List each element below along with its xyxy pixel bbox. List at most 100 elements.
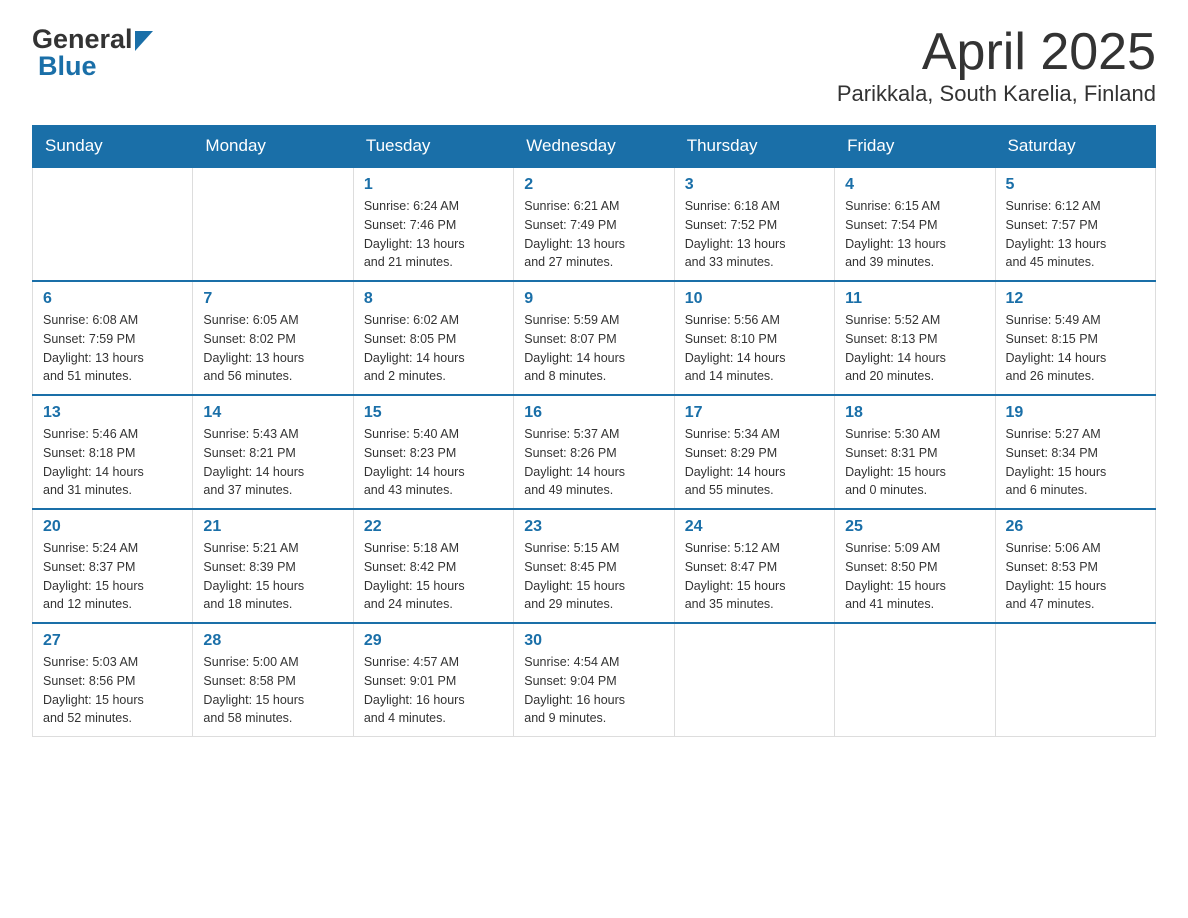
calendar-cell: 16 Sunrise: 5:37 AMSunset: 8:26 PMDayligh…	[514, 395, 674, 509]
day-info: Sunrise: 6:12 AMSunset: 7:57 PMDaylight:…	[1006, 197, 1145, 272]
calendar-cell: 30Sunrise: 4:54 AMSunset: 9:04 PMDayligh…	[514, 623, 674, 737]
day-number: 28	[203, 632, 342, 650]
day-number: 18	[845, 404, 984, 422]
day-info: Sunrise: 5:21 AMSunset: 8:39 PMDaylight:…	[203, 539, 342, 614]
calendar-cell	[835, 623, 995, 737]
calendar-cell: 23 Sunrise: 5:15 AMSunset: 8:45 PMDayligh…	[514, 509, 674, 623]
day-info: Sunrise: 5:46 AMSunset: 8:18 PMDaylight:…	[43, 425, 182, 500]
day-number: 25	[845, 518, 984, 536]
day-info: Sunrise: 5:49 AMSunset: 8:15 PMDaylight:…	[1006, 311, 1145, 386]
month-title: April 2025	[837, 24, 1156, 81]
calendar-cell: 12 Sunrise: 5:49 AMSunset: 8:15 PMDayligh…	[995, 281, 1155, 395]
day-info: Sunrise: 5:00 AMSunset: 8:58 PMDaylight:…	[203, 653, 342, 728]
day-number: 14	[203, 404, 342, 422]
day-number: 13	[43, 404, 182, 422]
day-info: Sunrise: 5:27 AMSunset: 8:34 PMDaylight:…	[1006, 425, 1145, 500]
day-number: 20	[43, 518, 182, 536]
calendar-cell: 9 Sunrise: 5:59 AMSunset: 8:07 PMDaylight…	[514, 281, 674, 395]
day-number: 16	[524, 404, 663, 422]
calendar-cell	[33, 167, 193, 281]
weekday-header-sunday: Sunday	[33, 126, 193, 168]
day-number: 26	[1006, 518, 1145, 536]
calendar-cell: 14Sunrise: 5:43 AMSunset: 8:21 PMDayligh…	[193, 395, 353, 509]
calendar-cell: 11 Sunrise: 5:52 AMSunset: 8:13 PMDayligh…	[835, 281, 995, 395]
logo-arrow-icon	[135, 31, 153, 51]
location-title: Parikkala, South Karelia, Finland	[837, 81, 1156, 107]
calendar-cell: 22 Sunrise: 5:18 AMSunset: 8:42 PMDayligh…	[353, 509, 513, 623]
day-info: Sunrise: 4:54 AMSunset: 9:04 PMDaylight:…	[524, 653, 663, 728]
calendar-cell: 3Sunrise: 6:18 AMSunset: 7:52 PMDaylight…	[674, 167, 834, 281]
day-info: Sunrise: 5:40 AMSunset: 8:23 PMDaylight:…	[364, 425, 503, 500]
calendar-cell	[193, 167, 353, 281]
day-number: 4	[845, 176, 984, 194]
calendar-cell: 5Sunrise: 6:12 AMSunset: 7:57 PMDaylight…	[995, 167, 1155, 281]
weekday-header-monday: Monday	[193, 126, 353, 168]
calendar-cell: 26 Sunrise: 5:06 AMSunset: 8:53 PMDayligh…	[995, 509, 1155, 623]
title-section: April 2025 Parikkala, South Karelia, Fin…	[837, 24, 1156, 107]
weekday-header-wednesday: Wednesday	[514, 126, 674, 168]
day-number: 24	[685, 518, 824, 536]
day-info: Sunrise: 6:05 AMSunset: 8:02 PMDaylight:…	[203, 311, 342, 386]
day-info: Sunrise: 5:59 AMSunset: 8:07 PMDaylight:…	[524, 311, 663, 386]
day-info: Sunrise: 5:56 AMSunset: 8:10 PMDaylight:…	[685, 311, 824, 386]
week-row-1: 1 Sunrise: 6:24 AMSunset: 7:46 PMDaylight…	[33, 167, 1156, 281]
weekday-header-tuesday: Tuesday	[353, 126, 513, 168]
calendar-cell	[674, 623, 834, 737]
day-info: Sunrise: 6:21 AMSunset: 7:49 PMDaylight:…	[524, 197, 663, 272]
day-info: Sunrise: 6:08 AMSunset: 7:59 PMDaylight:…	[43, 311, 182, 386]
day-number: 9	[524, 290, 663, 308]
day-info: Sunrise: 6:24 AMSunset: 7:46 PMDaylight:…	[364, 197, 503, 272]
day-info: Sunrise: 4:57 AMSunset: 9:01 PMDaylight:…	[364, 653, 503, 728]
week-row-3: 13 Sunrise: 5:46 AMSunset: 8:18 PMDayligh…	[33, 395, 1156, 509]
day-info: Sunrise: 5:06 AMSunset: 8:53 PMDaylight:…	[1006, 539, 1145, 614]
day-number: 22	[364, 518, 503, 536]
day-number: 10	[685, 290, 824, 308]
day-info: Sunrise: 5:52 AMSunset: 8:13 PMDaylight:…	[845, 311, 984, 386]
logo-blue-text: Blue	[38, 51, 97, 82]
day-info: Sunrise: 5:12 AMSunset: 8:47 PMDaylight:…	[685, 539, 824, 614]
day-info: Sunrise: 6:02 AMSunset: 8:05 PMDaylight:…	[364, 311, 503, 386]
week-row-4: 20 Sunrise: 5:24 AMSunset: 8:37 PMDayligh…	[33, 509, 1156, 623]
day-number: 19	[1006, 404, 1145, 422]
calendar-cell: 4 Sunrise: 6:15 AMSunset: 7:54 PMDaylight…	[835, 167, 995, 281]
calendar-cell: 25 Sunrise: 5:09 AMSunset: 8:50 PMDayligh…	[835, 509, 995, 623]
week-row-5: 27Sunrise: 5:03 AMSunset: 8:56 PMDayligh…	[33, 623, 1156, 737]
calendar-cell	[995, 623, 1155, 737]
calendar-cell: 19 Sunrise: 5:27 AMSunset: 8:34 PMDayligh…	[995, 395, 1155, 509]
calendar-cell: 21Sunrise: 5:21 AMSunset: 8:39 PMDayligh…	[193, 509, 353, 623]
day-number: 2	[524, 176, 663, 194]
calendar-table: SundayMondayTuesdayWednesdayThursdayFrid…	[32, 125, 1156, 737]
day-info: Sunrise: 5:37 AMSunset: 8:26 PMDaylight:…	[524, 425, 663, 500]
day-info: Sunrise: 5:09 AMSunset: 8:50 PMDaylight:…	[845, 539, 984, 614]
day-number: 3	[685, 176, 824, 194]
day-number: 15	[364, 404, 503, 422]
day-info: Sunrise: 5:15 AMSunset: 8:45 PMDaylight:…	[524, 539, 663, 614]
calendar-cell: 15 Sunrise: 5:40 AMSunset: 8:23 PMDayligh…	[353, 395, 513, 509]
day-info: Sunrise: 5:24 AMSunset: 8:37 PMDaylight:…	[43, 539, 182, 614]
weekday-header-friday: Friday	[835, 126, 995, 168]
calendar-cell: 27Sunrise: 5:03 AMSunset: 8:56 PMDayligh…	[33, 623, 193, 737]
calendar-cell: 1 Sunrise: 6:24 AMSunset: 7:46 PMDaylight…	[353, 167, 513, 281]
day-number: 23	[524, 518, 663, 536]
calendar-cell: 2 Sunrise: 6:21 AMSunset: 7:49 PMDaylight…	[514, 167, 674, 281]
day-number: 17	[685, 404, 824, 422]
day-info: Sunrise: 5:34 AMSunset: 8:29 PMDaylight:…	[685, 425, 824, 500]
day-number: 8	[364, 290, 503, 308]
calendar-cell: 7Sunrise: 6:05 AMSunset: 8:02 PMDaylight…	[193, 281, 353, 395]
weekday-header-row: SundayMondayTuesdayWednesdayThursdayFrid…	[33, 126, 1156, 168]
logo: General Blue	[32, 24, 153, 82]
day-number: 12	[1006, 290, 1145, 308]
page-header: General Blue April 2025 Parikkala, South…	[32, 24, 1156, 107]
weekday-header-thursday: Thursday	[674, 126, 834, 168]
calendar-cell: 13 Sunrise: 5:46 AMSunset: 8:18 PMDayligh…	[33, 395, 193, 509]
calendar-cell: 28 Sunrise: 5:00 AMSunset: 8:58 PMDayligh…	[193, 623, 353, 737]
calendar-cell: 24 Sunrise: 5:12 AMSunset: 8:47 PMDayligh…	[674, 509, 834, 623]
calendar-cell: 10 Sunrise: 5:56 AMSunset: 8:10 PMDayligh…	[674, 281, 834, 395]
day-number: 1	[364, 176, 503, 194]
calendar-cell: 6Sunrise: 6:08 AMSunset: 7:59 PMDaylight…	[33, 281, 193, 395]
calendar-cell: 18Sunrise: 5:30 AMSunset: 8:31 PMDayligh…	[835, 395, 995, 509]
day-info: Sunrise: 6:15 AMSunset: 7:54 PMDaylight:…	[845, 197, 984, 272]
day-number: 11	[845, 290, 984, 308]
week-row-2: 6Sunrise: 6:08 AMSunset: 7:59 PMDaylight…	[33, 281, 1156, 395]
day-info: Sunrise: 5:18 AMSunset: 8:42 PMDaylight:…	[364, 539, 503, 614]
